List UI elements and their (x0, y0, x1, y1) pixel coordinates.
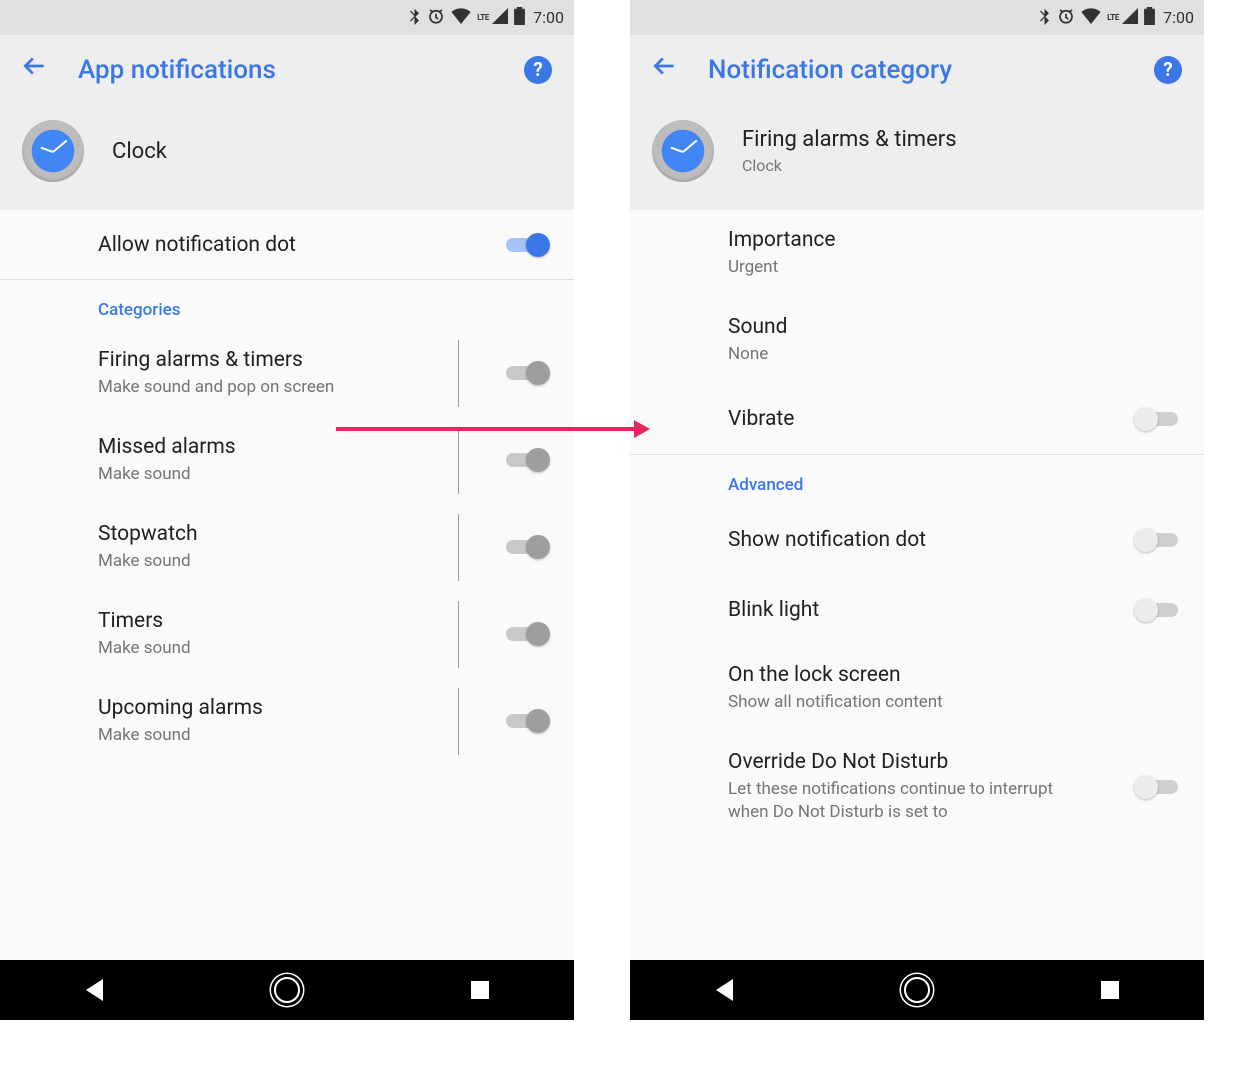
override-label: Override Do Not Disturb (728, 750, 1134, 774)
clock-app-icon (22, 120, 84, 182)
bluetooth-icon (1038, 7, 1051, 29)
show-dot-row[interactable]: Show notification dot (630, 505, 1204, 575)
back-button[interactable] (22, 53, 48, 86)
signal-icon (1122, 8, 1138, 28)
lte-label: LTE (477, 13, 489, 22)
category-firing-alarms[interactable]: Firing alarms & timers Make sound and po… (0, 330, 574, 417)
status-bar: LTE 7:00 (630, 0, 1204, 35)
override-toggle[interactable] (1134, 774, 1180, 800)
allow-dot-label: Allow notification dot (98, 233, 504, 257)
category-toggle[interactable] (504, 621, 550, 647)
lte-label: LTE (1107, 13, 1119, 22)
clock-app-icon (652, 120, 714, 182)
sound-row[interactable]: Sound None (630, 297, 1204, 384)
app-row[interactable]: Clock (0, 104, 574, 210)
app-row[interactable]: Firing alarms & timers Clock (630, 104, 1204, 210)
alarm-icon (427, 7, 445, 29)
blink-toggle[interactable] (1134, 597, 1180, 623)
vibrate-label: Vibrate (728, 407, 1134, 431)
category-title: Firing alarms & timers (98, 348, 504, 372)
navigation-bar (0, 960, 574, 1020)
lockscreen-value: Show all notification content (728, 691, 1182, 714)
category-sub: Make sound and pop on screen (98, 376, 504, 399)
category-stopwatch[interactable]: Stopwatch Make sound (0, 504, 574, 591)
override-sub: Let these notifications continue to inte… (728, 778, 1088, 824)
status-bar: LTE 7:00 (0, 0, 574, 35)
category-upcoming-alarms[interactable]: Upcoming alarms Make sound (0, 678, 574, 765)
content: Allow notification dot Categories Firing… (0, 210, 574, 960)
show-dot-toggle[interactable] (1134, 527, 1180, 553)
importance-label: Importance (728, 228, 1182, 252)
sound-value: None (728, 343, 1182, 366)
allow-notification-dot-row[interactable]: Allow notification dot (0, 210, 574, 280)
phone-left: LTE 7:00 App notifications ? Clock Allow… (0, 0, 574, 1020)
alarm-icon (1057, 7, 1075, 29)
channel-title: Firing alarms & timers (742, 127, 957, 152)
channel-subtitle: Clock (742, 156, 957, 175)
vibrate-row[interactable]: Vibrate (630, 384, 1204, 454)
status-time: 7:00 (533, 8, 564, 27)
nav-back-button[interactable] (86, 979, 103, 1001)
battery-icon (514, 7, 525, 29)
category-timers[interactable]: Timers Make sound (0, 591, 574, 678)
wifi-icon (1081, 8, 1101, 28)
category-toggle[interactable] (504, 534, 550, 560)
nav-back-button[interactable] (716, 979, 733, 1001)
nav-recent-button[interactable] (471, 981, 489, 999)
wifi-icon (451, 8, 471, 28)
blink-label: Blink light (728, 598, 1134, 622)
phone-right: LTE 7:00 Notification category ? Firing … (630, 0, 1204, 1020)
override-dnd-row[interactable]: Override Do Not Disturb Let these notifi… (630, 732, 1204, 842)
importance-row[interactable]: Importance Urgent (630, 210, 1204, 297)
header: Notification category ? (630, 35, 1204, 104)
category-title: Upcoming alarms (98, 696, 504, 720)
category-title: Stopwatch (98, 522, 504, 546)
page-title: App notifications (78, 55, 494, 85)
category-sub: Make sound (98, 637, 504, 660)
category-toggle[interactable] (504, 447, 550, 473)
category-sub: Make sound (98, 724, 504, 747)
nav-recent-button[interactable] (1101, 981, 1119, 999)
header: App notifications ? (0, 35, 574, 104)
status-time: 7:00 (1163, 8, 1194, 27)
lock-screen-row[interactable]: On the lock screen Show all notification… (630, 645, 1204, 732)
sound-label: Sound (728, 315, 1182, 339)
advanced-header: Advanced (630, 455, 1204, 505)
show-dot-label: Show notification dot (728, 528, 1134, 552)
content: Importance Urgent Sound None Vibrate Adv… (630, 210, 1204, 960)
app-name: Clock (112, 139, 167, 164)
battery-icon (1144, 7, 1155, 29)
importance-value: Urgent (728, 256, 1182, 279)
category-title: Timers (98, 609, 504, 633)
nav-home-button[interactable] (904, 977, 930, 1003)
lockscreen-label: On the lock screen (728, 663, 1182, 687)
page-title: Notification category (708, 55, 1124, 85)
category-sub: Make sound (98, 463, 504, 486)
help-button[interactable]: ? (1154, 56, 1182, 84)
category-sub: Make sound (98, 550, 504, 573)
category-title: Missed alarms (98, 435, 504, 459)
help-button[interactable]: ? (524, 56, 552, 84)
signal-icon (492, 8, 508, 28)
back-button[interactable] (652, 53, 678, 86)
blink-light-row[interactable]: Blink light (630, 575, 1204, 645)
categories-header: Categories (0, 280, 574, 330)
vibrate-toggle[interactable] (1134, 406, 1180, 432)
allow-dot-toggle[interactable] (504, 232, 550, 258)
category-toggle[interactable] (504, 708, 550, 734)
category-toggle[interactable] (504, 360, 550, 386)
navigation-bar (630, 960, 1204, 1020)
nav-home-button[interactable] (274, 977, 300, 1003)
annotation-arrow (336, 427, 636, 431)
bluetooth-icon (408, 7, 421, 29)
